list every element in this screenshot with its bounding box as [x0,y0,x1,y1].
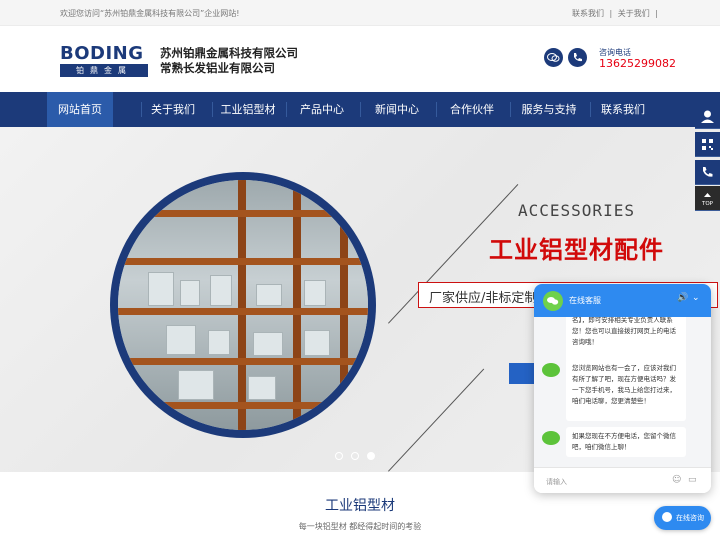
top-link-separator: | [655,9,658,18]
chat-message: 如果您现在不方便电话，您留个微信吧，咱们微信上聊！ [566,427,686,457]
logo-wordmark: BODING [60,43,144,64]
online-consult-label: 在线咨询 [676,514,704,522]
phone-number[interactable]: 13625299082 [599,57,676,70]
chat-input[interactable]: 请输入 [546,477,567,487]
phone-icon[interactable] [568,48,587,67]
site-header: BODING 铂鼎金属 苏州铂鼎金属科技有限公司 常熟长发铝业有限公司 咨询电话… [0,26,720,92]
wechat-icon[interactable] [544,48,563,67]
section-subtitle: 每一块铝型材 都经得起时间的考验 [298,522,422,531]
section-title: 工业铝型材 [325,498,395,514]
online-consult-button[interactable]: 在线咨询 [654,506,711,530]
company-name-secondary: 常熟长发铝业有限公司 [160,61,275,75]
product-photo [118,180,368,430]
nav-item-products[interactable]: 产品中心 [286,92,358,127]
site-logo[interactable]: BODING 铂鼎金属 [60,44,148,80]
top-links: 联系我们 | 关于我们 | [569,8,658,19]
folder-icon[interactable]: ▭ [688,475,697,485]
top-link-about[interactable]: 关于我们 [618,9,650,18]
nav-item-partners[interactable]: 合作伙伴 [436,92,508,127]
company-names: 苏州铂鼎金属科技有限公司 常熟长发铝业有限公司 [160,46,298,76]
banner-chinese-title: 工业铝型材配件 [489,236,664,264]
chat-message: 您浏览网站也有一会了，应该对我们有所了解了吧，现在方便电话吗？发一下您手机号，我… [566,359,686,421]
nav-item-home[interactable]: 网站首页 [47,92,113,127]
back-to-top-button[interactable]: TOP [695,186,720,211]
back-to-top-label: TOP [701,201,713,207]
chat-messages: 名】，即可安排相关专业负责人联系您！您也可以直接拨打网页上的电话咨询哦！ 您浏览… [534,317,711,467]
banner-english-title: ACCESSORIES [518,201,635,220]
emoji-icon[interactable]: ☺ [672,475,681,485]
banner-decor-line [388,368,485,472]
chevron-down-icon[interactable]: ⌄ [692,293,700,303]
carousel-dot-2[interactable] [351,452,359,460]
agent-avatar-icon [542,363,560,377]
chat-avatar [543,291,563,311]
chat-header: 在线客服 🔊 ⌄ [534,284,711,317]
logo-subtitle: 铂鼎金属 [60,64,148,77]
customer-service-icon[interactable] [695,104,720,129]
main-nav: 网站首页 关于我们 工业铝型材 产品中心 新闻中心 合作伙伴 服务与支持 联系我… [0,92,720,127]
qrcode-icon[interactable] [695,132,720,157]
carousel-dot-3[interactable] [367,452,375,460]
sound-icon[interactable]: 🔊 [677,293,688,303]
top-link-contact[interactable]: 联系我们 [572,9,604,18]
phone-icon[interactable] [695,160,720,185]
nav-item-contact[interactable]: 联系我们 [590,92,656,127]
agent-avatar-icon [542,431,560,445]
company-name-primary: 苏州铂鼎金属科技有限公司 [160,46,298,60]
nav-item-news[interactable]: 新闻中心 [360,92,434,127]
top-bar: 欢迎您访问“苏州铂鼎金属科技有限公司”企业网站! 联系我们 | 关于我们 | [0,0,720,26]
chat-message: 名】，即可安排相关专业负责人联系您！您也可以直接拨打网页上的电话咨询哦！ [566,317,686,363]
nav-item-aluminum-profiles[interactable]: 工业铝型材 [212,92,284,127]
chat-bubble-icon [662,512,672,522]
chat-title: 在线客服 [569,296,601,305]
nav-item-service[interactable]: 服务与支持 [510,92,588,127]
nav-item-about[interactable]: 关于我们 [141,92,205,127]
top-link-separator: | [609,9,613,18]
chat-input-bar[interactable]: 请输入 ☺ ▭ [534,467,711,493]
chat-window[interactable]: 在线客服 🔊 ⌄ 名】，即可安排相关专业负责人联系您！您也可以直接拨打网页上的电… [534,284,711,493]
welcome-text: 欢迎您访问“苏州铂鼎金属科技有限公司”企业网站! [60,9,240,18]
carousel-dot-1[interactable] [335,452,343,460]
